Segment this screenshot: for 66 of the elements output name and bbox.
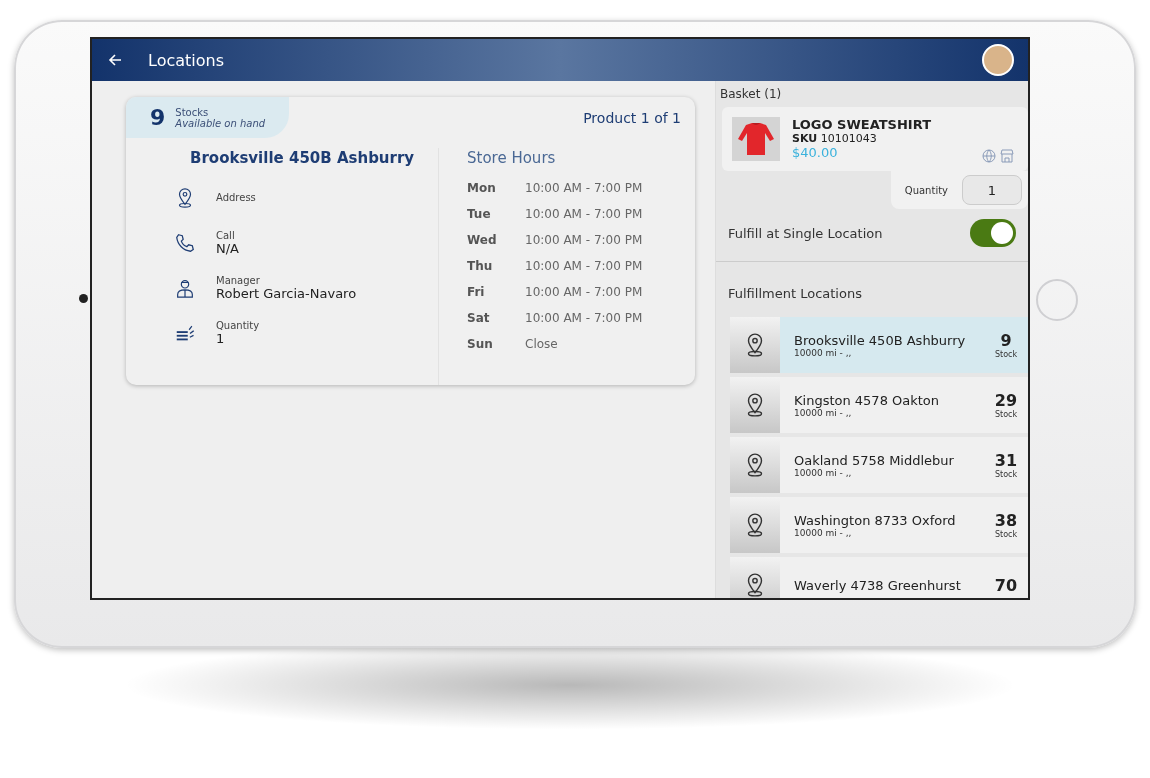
hours-time: 10:00 AM - 7:00 PM — [525, 233, 643, 247]
detail-label: Quantity — [216, 319, 260, 331]
hours-time: 10:00 AM - 7:00 PM — [525, 181, 643, 195]
weekday: Sun — [467, 337, 494, 351]
weekday: Fri — [467, 285, 486, 299]
stock-count: 70 — [994, 575, 1018, 595]
hours-time: 10:00 AM - 7:00 PM — [525, 285, 643, 299]
location-item[interactable]: Brooksville 450B Ashburry 10000 mi - ,, 9 Stock — [730, 317, 1028, 373]
location-name: Brooksville 450B Ashburry — [794, 332, 967, 348]
basket-title: Basket (1) — [720, 86, 782, 103]
hours-time: 10:00 AM - 7:00 PM — [525, 207, 643, 221]
toggle-label: Fulfill at Single Location — [728, 225, 883, 241]
stock-label: Stock — [994, 350, 1018, 359]
location-name: Waverly 4738 Greenhurst — [794, 577, 962, 593]
detail-label: Address — [216, 192, 256, 203]
stock-count: 9 — [1000, 331, 1012, 350]
location-distance: 10000 mi - ,, — [794, 527, 852, 538]
detail-value: N/A — [216, 240, 239, 256]
product-counter: Product 1 of 1 — [583, 109, 682, 126]
stock-count: 29 — [994, 391, 1018, 410]
location-item[interactable]: Waverly 4738 Greenhurst 70 — [730, 557, 1028, 598]
avatar[interactable] — [982, 44, 1014, 76]
stock-count: 31 — [994, 451, 1018, 470]
stock-label: Stock — [994, 530, 1018, 539]
hours-time: 10:00 AM - 7:00 PM — [525, 259, 643, 273]
hours-title: Store Hours — [467, 149, 556, 167]
location-name: Kingston 4578 Oakton — [794, 392, 941, 408]
stock-label: Stock — [994, 470, 1018, 479]
store-icon — [1000, 149, 1014, 163]
stock-count: 38 — [994, 511, 1018, 530]
location-item[interactable]: Kingston 4578 Oakton 10000 mi - ,, 29 Stock — [730, 377, 1028, 433]
item-price: $40.00 — [792, 145, 839, 160]
quantity-field[interactable]: 1 — [962, 175, 1022, 205]
weekday: Wed — [467, 233, 498, 247]
location-distance: 10000 mi - ,, — [794, 467, 853, 478]
page-title: Locations — [148, 50, 225, 70]
weekday: Mon — [467, 181, 497, 195]
quantity-label: Quantity — [904, 184, 948, 196]
stock-count: 9 — [150, 105, 166, 130]
weekday: Tue — [467, 207, 492, 221]
location-item[interactable]: Oakland 5758 Middlebur 10000 mi - ,, 31 Stock — [730, 437, 1028, 493]
stock-sublabel: Available on hand — [175, 117, 266, 129]
camera-dot — [79, 294, 88, 303]
detail-value: 1 — [216, 330, 225, 346]
weekday: Thu — [467, 259, 494, 273]
globe-icon — [982, 149, 996, 163]
toggle-switch[interactable] — [970, 219, 1016, 247]
location-name: Oakland 5758 Middlebur — [794, 452, 955, 468]
hours-time: 10:00 AM - 7:00 PM — [525, 311, 643, 325]
hours-time: Close — [525, 337, 558, 351]
item-name: LOGO SWEATSHIRT — [792, 117, 931, 132]
weekday: Sat — [467, 311, 491, 325]
item-sku: SKU 10101043 — [792, 132, 878, 145]
detail-label: Manager — [216, 274, 261, 286]
stock-label: Stocks — [175, 106, 210, 118]
store-name: Brooksville 450B Ashburry — [190, 149, 415, 167]
location-item[interactable]: Washington 8733 Oxford 10000 mi - ,, 38 Stock — [730, 497, 1028, 553]
section-title: Fulfillment Locations — [727, 285, 863, 303]
location-name: Washington 8733 Oxford — [794, 512, 957, 528]
location-distance: 10000 mi - ,, — [794, 347, 853, 358]
stock-label: Stock — [994, 410, 1018, 419]
phone-icon — [174, 231, 196, 254]
detail-label: Call — [216, 229, 236, 241]
detail-value: Robert Garcia-Navaro — [216, 285, 357, 301]
back-arrow-icon — [108, 53, 122, 67]
location-distance: 10000 mi - ,, — [794, 407, 853, 418]
